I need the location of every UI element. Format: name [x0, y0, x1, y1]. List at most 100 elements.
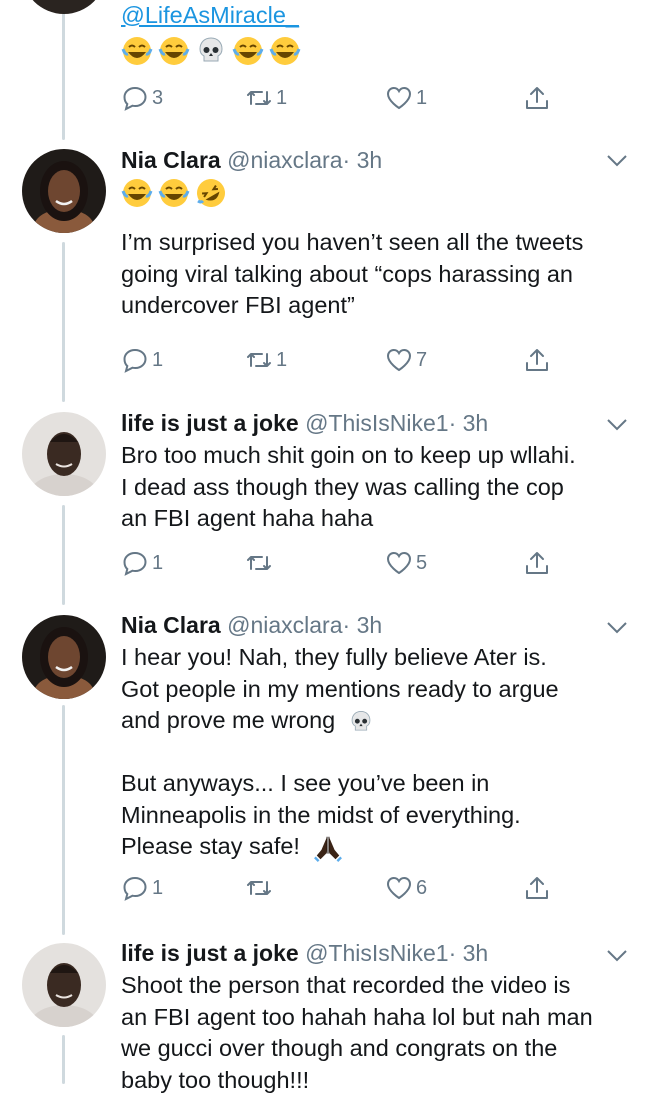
chevron-down-icon[interactable] — [606, 621, 628, 635]
tweet-header: Nia Clara @niaxclara· 3h — [121, 145, 628, 175]
text-line: Please stay safe! — [121, 831, 628, 863]
share-icon — [523, 549, 551, 577]
avatar[interactable] — [22, 412, 106, 496]
avatar[interactable] — [22, 615, 106, 699]
display-name[interactable]: life is just a joke — [121, 410, 299, 436]
share-icon — [523, 346, 551, 374]
username[interactable]: @ThisIsNike1 — [305, 940, 449, 966]
tweet-header: life is just a joke @ThisIsNike1· 3h — [121, 408, 628, 438]
like-button[interactable]: 7 — [385, 345, 427, 375]
thread-line — [62, 705, 65, 935]
skull-icon — [195, 35, 227, 67]
tweet-actions: 1 6 — [121, 873, 561, 903]
retweet-icon — [245, 84, 273, 112]
text-line: I dead ass though they was calling the c… — [121, 472, 628, 504]
retweet-count: 1 — [276, 349, 287, 372]
like-count: 7 — [416, 349, 427, 372]
timestamp: · 3h — [449, 940, 489, 966]
face-with-tears-of-joy-icon — [158, 177, 190, 209]
reply-button[interactable]: 1 — [121, 345, 163, 375]
text-line: and prove me wrong — [121, 705, 628, 737]
tweet-actions: 3 1 1 — [121, 83, 561, 113]
face-with-tears-of-joy-icon — [232, 35, 264, 67]
tweet-text: I’m surprised you haven’t seen all the t… — [121, 227, 628, 322]
retweet-button[interactable]: 1 — [245, 345, 287, 375]
share-icon — [523, 84, 551, 112]
display-name[interactable]: Nia Clara — [121, 147, 221, 173]
face-with-tears-of-joy-icon — [121, 35, 153, 67]
chevron-down-icon[interactable] — [606, 418, 628, 432]
tweet-text: I hear you! Nah, they fully believe Ater… — [121, 642, 628, 863]
thread-line — [62, 242, 65, 402]
folded-hands-icon — [313, 833, 343, 863]
heart-icon — [385, 549, 413, 577]
like-count: 6 — [416, 877, 427, 900]
share-icon — [523, 874, 551, 902]
heart-icon — [385, 874, 413, 902]
retweet-button[interactable] — [245, 873, 276, 903]
avatar[interactable] — [22, 0, 106, 14]
reply-button[interactable]: 1 — [121, 548, 163, 578]
face-with-tears-of-joy-icon — [121, 177, 153, 209]
reply-icon — [121, 874, 149, 902]
tweet-header: Nia Clara @niaxclara· 3h — [121, 610, 628, 640]
tweet-header: life is just a joke @ThisIsNike1· 3h — [121, 938, 628, 968]
thread-line — [62, 0, 65, 140]
retweet-button[interactable] — [245, 548, 276, 578]
retweet-button[interactable]: 1 — [245, 83, 287, 113]
text-line: undercover FBI agent” — [121, 290, 628, 322]
text-line: But anyways... I see you’ve been in — [121, 768, 628, 800]
text-line: Got people in my mentions ready to argue — [121, 674, 628, 706]
reply-count: 1 — [152, 552, 163, 575]
mention-link[interactable]: @LifeAsMiracle_ — [121, 2, 299, 28]
text-line: I’m surprised you haven’t seen all the t… — [121, 227, 628, 259]
reply-count: 1 — [152, 349, 163, 372]
thread-line — [62, 505, 65, 605]
skull-icon — [348, 709, 374, 735]
reply-button[interactable]: 3 — [121, 83, 163, 113]
tweet-text: Bro too much shit goin on to keep up wll… — [121, 440, 628, 535]
reply-icon — [121, 84, 149, 112]
timestamp: · 3h — [343, 147, 383, 173]
tweet-text: Shoot the person that recorded the video… — [121, 970, 628, 1096]
display-name[interactable]: Nia Clara — [121, 612, 221, 638]
username[interactable]: @ThisIsNike1 — [305, 410, 449, 436]
tweet-actions: 1 1 7 — [121, 345, 561, 375]
timestamp: · 3h — [343, 612, 383, 638]
text-line: I hear you! Nah, they fully believe Ater… — [121, 642, 628, 674]
retweet-icon — [245, 346, 273, 374]
thread-line — [62, 1035, 65, 1084]
share-button[interactable] — [523, 345, 551, 375]
share-button[interactable] — [523, 548, 551, 578]
share-button[interactable] — [523, 83, 551, 113]
like-button[interactable]: 6 — [385, 873, 427, 903]
like-button[interactable]: 1 — [385, 83, 427, 113]
avatar[interactable] — [22, 149, 106, 233]
emoji-row — [121, 177, 628, 209]
timestamp: · 3h — [449, 410, 489, 436]
share-button[interactable] — [523, 873, 551, 903]
reply-button[interactable]: 1 — [121, 873, 163, 903]
like-count: 5 — [416, 552, 427, 575]
text-line: going viral talking about “cops harassin… — [121, 259, 628, 291]
display-name[interactable]: life is just a joke — [121, 940, 299, 966]
chevron-down-icon[interactable] — [606, 154, 628, 168]
avatar[interactable] — [22, 943, 106, 1027]
like-count: 1 — [416, 87, 427, 110]
reply-count: 1 — [152, 877, 163, 900]
face-with-tears-of-joy-icon — [269, 35, 301, 67]
username[interactable]: @niaxclara — [227, 147, 342, 173]
text-line: we gucci over though and congrats on the — [121, 1033, 628, 1065]
text-line: Bro too much shit goin on to keep up wll… — [121, 440, 628, 472]
heart-icon — [385, 346, 413, 374]
face-with-tears-of-joy-icon — [158, 35, 190, 67]
emoji-row — [121, 35, 628, 67]
like-button[interactable]: 5 — [385, 548, 427, 578]
text-line: an FBI agent haha haha — [121, 503, 628, 535]
retweet-icon — [245, 549, 273, 577]
chevron-down-icon[interactable] — [606, 949, 628, 963]
tweet-actions: 1 5 — [121, 548, 561, 578]
retweet-count: 1 — [276, 87, 287, 110]
username[interactable]: @niaxclara — [227, 612, 342, 638]
rolling-on-floor-laughing-icon — [195, 177, 227, 209]
